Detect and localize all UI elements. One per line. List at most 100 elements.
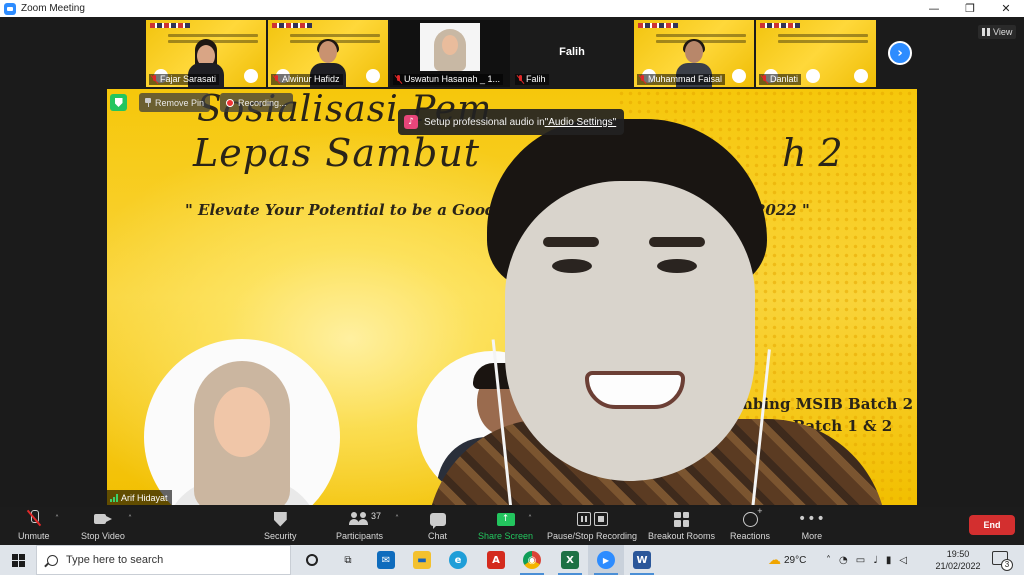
- word-app[interactable]: W: [624, 545, 660, 575]
- window-controls: — ❐ ✕: [916, 0, 1024, 17]
- minimize-button[interactable]: —: [916, 0, 952, 17]
- participant-thumbnail[interactable]: Uswatun Hasanah _ 1...: [390, 20, 510, 87]
- volume-icon[interactable]: ◁: [899, 555, 907, 566]
- windows-logo-icon: [11, 553, 25, 567]
- mic-muted-icon: [395, 75, 402, 84]
- share-options-caret[interactable]: ˄: [528, 514, 532, 523]
- taskbar-search-input[interactable]: Type here to search: [36, 545, 291, 575]
- participant-name-tag: Fajar Sarasati: [149, 74, 220, 85]
- breakout-rooms-button[interactable]: Breakout Rooms: [648, 510, 715, 541]
- shield-icon: [110, 94, 127, 111]
- participant-name-tag: Uswatun Hasanah _ 1...: [393, 74, 504, 85]
- meeting-toolbar: Unmute ˄ Stop Video ˄ Security Participa…: [0, 506, 1024, 545]
- breakout-rooms-icon: [674, 511, 690, 527]
- security-button[interactable]: Security: [264, 510, 297, 541]
- display-icon[interactable]: ▭: [856, 555, 865, 566]
- start-button[interactable]: [0, 545, 36, 575]
- cortana-button[interactable]: [294, 545, 330, 575]
- camera-icon: [93, 513, 112, 525]
- participant-thumbnail[interactable]: Muhammad Faisal: [634, 20, 754, 87]
- remove-pin-button[interactable]: Remove Pin: [139, 93, 211, 112]
- folder-icon: ▬: [413, 551, 431, 569]
- zoom-app[interactable]: ▶: [588, 545, 624, 575]
- audio-options-caret[interactable]: ˄: [55, 514, 59, 523]
- participant-thumbnail[interactable]: Falih Falih: [512, 20, 632, 87]
- battery-icon[interactable]: ▮: [886, 555, 892, 566]
- participant-display-name: Falih: [559, 46, 585, 58]
- encryption-indicator[interactable]: [110, 93, 127, 112]
- close-button[interactable]: ✕: [988, 0, 1024, 17]
- end-meeting-button[interactable]: End: [969, 515, 1015, 535]
- mic-muted-icon: [151, 75, 158, 84]
- shield-icon: [273, 511, 287, 527]
- reactions-button[interactable]: Reactions: [730, 506, 770, 542]
- share-screen-icon: ↑: [496, 512, 515, 526]
- mic-muted-icon: [517, 75, 524, 84]
- mail-icon: ✉: [377, 551, 395, 569]
- more-button[interactable]: ••• More: [798, 510, 826, 541]
- cortana-icon: [306, 554, 318, 566]
- pause-stop-recording-button[interactable]: Pause/Stop Recording: [547, 510, 637, 541]
- chat-button[interactable]: Chat: [428, 510, 447, 541]
- task-view-icon: ⧉: [344, 554, 352, 566]
- maximize-button[interactable]: ❐: [952, 0, 988, 17]
- next-page-button[interactable]: ›: [888, 41, 912, 65]
- zoom-icon: ▶: [597, 551, 615, 569]
- video-options-caret[interactable]: ˄: [128, 514, 132, 523]
- participant-name-tag: Muhammad Faisal: [637, 74, 726, 85]
- task-view-button[interactable]: ⧉: [330, 545, 366, 575]
- chrome-app[interactable]: ◉: [514, 545, 550, 575]
- acrobat-icon: A: [487, 551, 505, 569]
- music-note-icon: ♪: [404, 115, 418, 129]
- participants-icon: [348, 512, 371, 526]
- view-button[interactable]: View: [978, 25, 1017, 39]
- speaker-video-person: [427, 109, 917, 505]
- microphone-icon[interactable]: ♩: [873, 555, 878, 566]
- pin-icon: [145, 98, 151, 107]
- participant-name-tag: Danlati: [759, 74, 802, 85]
- mic-muted-icon: [761, 75, 768, 84]
- participants-options-caret[interactable]: ˄: [395, 514, 399, 523]
- weather-icon: ☁: [768, 552, 781, 568]
- system-tray: ˄ ◔ ▭ ♩ ▮ ◁: [826, 545, 907, 575]
- audio-settings-link[interactable]: "Audio Settings": [545, 117, 617, 128]
- notification-count-badge: 3: [1001, 559, 1013, 571]
- share-screen-button[interactable]: ↑ Share Screen: [478, 510, 533, 541]
- unmute-button[interactable]: Unmute: [18, 510, 50, 541]
- search-icon: [47, 554, 58, 566]
- window-title: Zoom Meeting: [21, 3, 85, 14]
- smiley-icon: [742, 506, 763, 527]
- signal-strength-icon: [110, 493, 118, 502]
- pause-stop-icon: [576, 512, 608, 526]
- more-dots-icon: •••: [798, 511, 826, 527]
- window-titlebar: Zoom Meeting — ❐ ✕: [0, 0, 1024, 17]
- excel-icon: X: [561, 551, 579, 569]
- chevron-right-icon: ›: [897, 45, 903, 61]
- grid-view-icon: [982, 28, 990, 36]
- recording-indicator[interactable]: Recording...: [220, 93, 293, 112]
- speaker-name-tag: Arif Hidayat: [107, 490, 172, 505]
- participant-thumbnail[interactable]: Fajar Sarasati: [146, 20, 266, 87]
- chevron-up-icon[interactable]: ˄: [826, 555, 831, 566]
- participant-thumbnail[interactable]: Danlati: [756, 20, 876, 87]
- participant-thumbnail[interactable]: Alwinur Hafidz: [268, 20, 388, 87]
- mic-muted-icon: [273, 75, 280, 84]
- file-explorer-app[interactable]: ▬: [404, 545, 440, 575]
- acrobat-app[interactable]: A: [478, 545, 514, 575]
- slide-title-line2: Lepas Sambut: [193, 131, 481, 175]
- excel-app[interactable]: X: [552, 545, 588, 575]
- participant-profile-picture: [420, 23, 480, 71]
- taskbar-clock[interactable]: 19:50 21/02/2022: [932, 548, 984, 572]
- stop-video-button[interactable]: Stop Video: [81, 510, 125, 541]
- weather-widget[interactable]: ☁ 29°C: [768, 545, 806, 575]
- network-icon[interactable]: ◔: [839, 555, 848, 566]
- edge-app[interactable]: e: [440, 545, 476, 575]
- active-speaker-video[interactable]: Sosialisasi Pem Lepas Sambut h 2 " Eleva…: [107, 89, 917, 505]
- mail-app[interactable]: ✉: [368, 545, 404, 575]
- meeting-stage: Fajar Sarasati Alwinur Hafidz Uswatun Ha…: [0, 17, 1024, 507]
- participant-name-tag: Falih: [515, 74, 549, 85]
- participants-count: 37: [371, 511, 382, 521]
- record-icon: [226, 98, 234, 107]
- edge-icon: e: [449, 551, 467, 569]
- mic-muted-icon: [27, 510, 41, 528]
